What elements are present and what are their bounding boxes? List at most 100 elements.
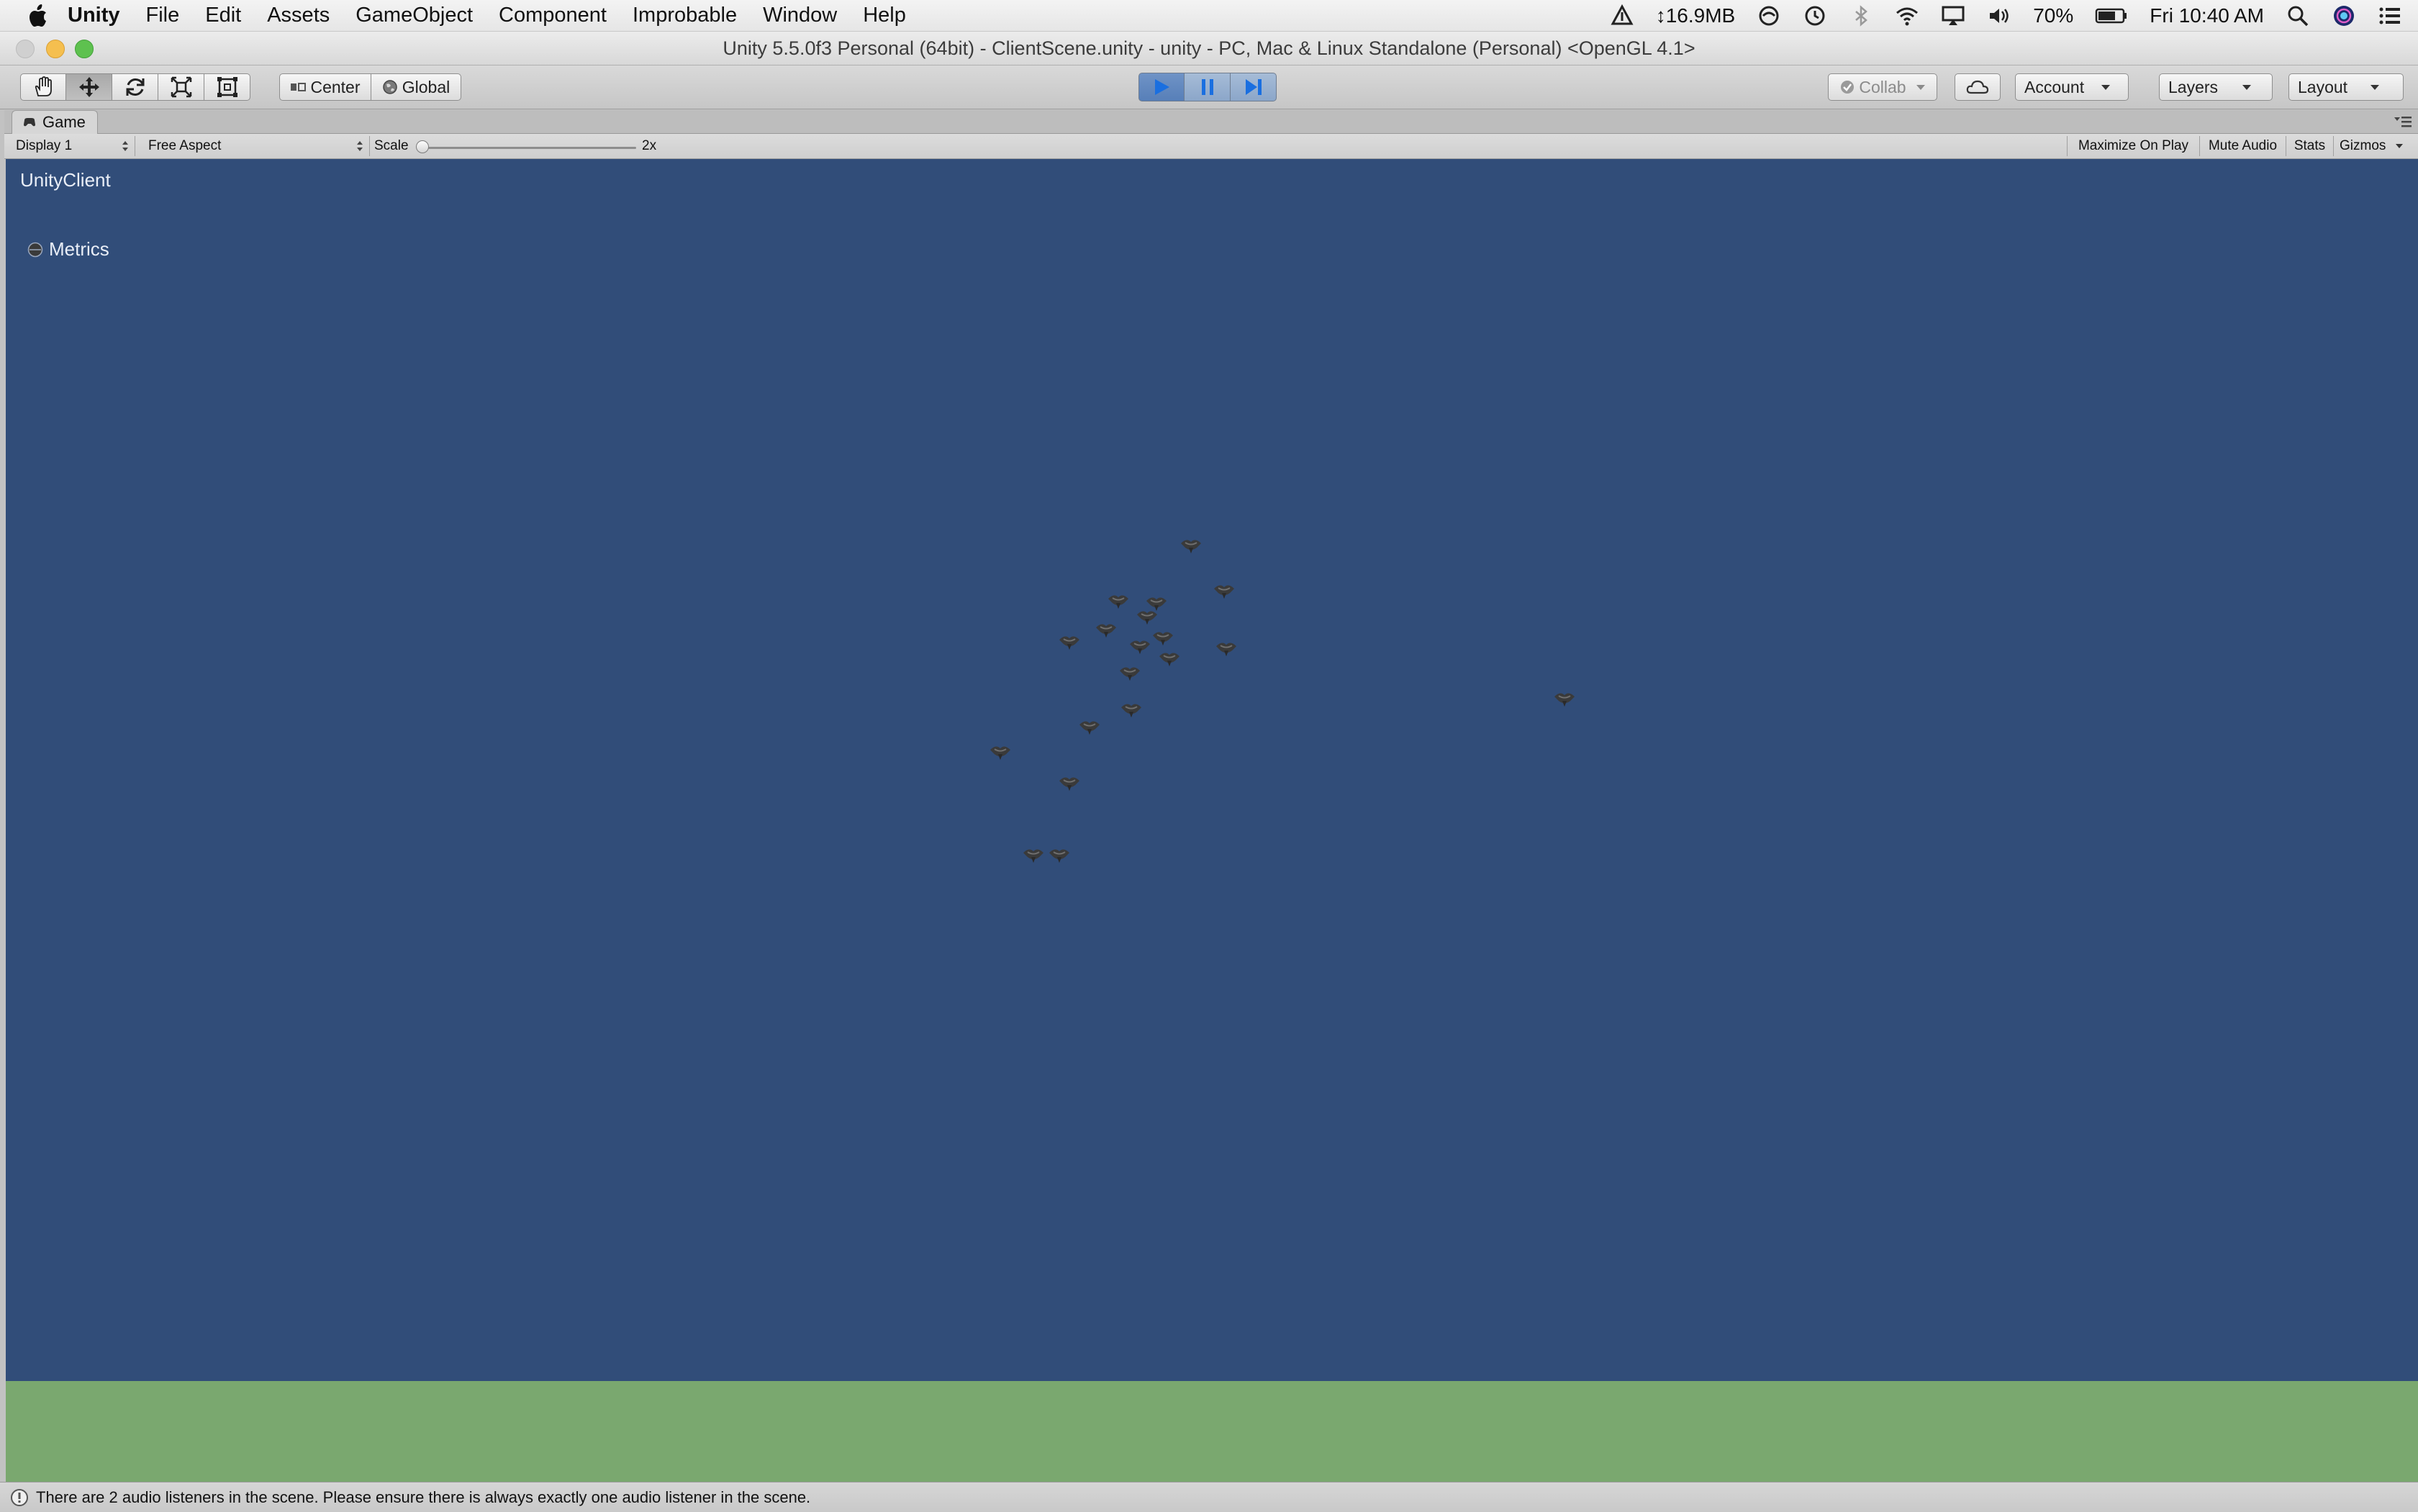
bird-entity: [1554, 692, 1575, 707]
bird-entity: [1059, 777, 1080, 792]
unity-toolbar: Center Global Collab Account Layers Layo…: [0, 65, 2418, 109]
hand-tool-button[interactable]: [20, 73, 66, 101]
move-tool-button[interactable]: [66, 73, 112, 101]
bird-entity: [1180, 539, 1202, 554]
gizmos-dropdown[interactable]: Gizmos: [2333, 136, 2418, 156]
scale-tool-button[interactable]: [158, 73, 204, 101]
rect-transform-icon: [217, 77, 237, 97]
play-icon: [1155, 79, 1169, 95]
pivot-mode-button[interactable]: Center: [279, 73, 371, 101]
chevron-down-icon: [2242, 84, 2252, 90]
info-icon: [11, 1488, 28, 1506]
game-entities-layer: [990, 539, 1575, 864]
layers-label: Layers: [2168, 77, 2219, 96]
bluetooth-icon[interactable]: [1849, 4, 1873, 28]
mute-audio-label: Mute Audio: [2208, 138, 2278, 153]
volume-icon[interactable]: [1987, 4, 2011, 28]
display-dropdown[interactable]: Display 1: [9, 136, 135, 156]
cloud-button[interactable]: [1955, 73, 2001, 101]
collab-label: Collab: [1859, 77, 1906, 96]
scale-icon: [171, 76, 191, 98]
chevron-down-icon: [2396, 144, 2404, 148]
bird-entity: [1136, 610, 1158, 625]
collab-check-icon: [1841, 81, 1855, 94]
collab-dropdown[interactable]: Collab: [1828, 73, 1937, 101]
mute-audio-toggle[interactable]: Mute Audio: [2199, 136, 2286, 156]
menu-help[interactable]: Help: [863, 4, 906, 27]
transform-tools: [20, 73, 250, 101]
stats-toggle[interactable]: Stats: [2286, 136, 2333, 156]
rotate-tool-button[interactable]: [112, 73, 158, 101]
scale-value: 2x: [642, 138, 657, 153]
time-machine-icon[interactable]: [1803, 4, 1827, 28]
notification-center-icon[interactable]: [2378, 4, 2402, 28]
account-label: Account: [2024, 77, 2085, 96]
battery-percent[interactable]: 70%: [2033, 4, 2073, 27]
network-speed[interactable]: ↕16.9MB: [1656, 4, 1736, 27]
aspect-label: Free Aspect: [148, 138, 222, 153]
menu-window[interactable]: Window: [763, 4, 837, 27]
tab-game[interactable]: Game: [12, 110, 98, 134]
status-tray: ↕16.9MB 70% Fri 10:40 AM: [1610, 0, 2402, 31]
sync-icon[interactable]: [1757, 4, 1781, 28]
bird-entity: [1120, 703, 1142, 718]
wifi-icon[interactable]: [1895, 4, 1919, 28]
display-label: Display 1: [16, 138, 73, 153]
menu-assets[interactable]: Assets: [267, 4, 330, 27]
window-title-bar: Unity 5.5.0f3 Personal (64bit) - ClientS…: [0, 32, 2418, 65]
pivot-mode-label: Center: [310, 77, 361, 96]
scale-label: Scale: [374, 138, 409, 153]
apple-icon[interactable]: [27, 4, 47, 27]
pivot-rotation-button[interactable]: Global: [371, 73, 461, 101]
console-status-bar[interactable]: There are 2 audio listeners in the scene…: [0, 1482, 2418, 1512]
pivot-center-icon: [291, 83, 307, 91]
siri-icon[interactable]: [2332, 4, 2356, 28]
bird-entity: [1079, 720, 1100, 735]
scale-slider-thumb[interactable]: [416, 140, 429, 153]
menu-unity[interactable]: Unity: [68, 4, 120, 27]
spotlight-search-icon[interactable]: [2286, 4, 2310, 28]
aspect-dropdown[interactable]: Free Aspect: [141, 136, 370, 156]
chevron-down-icon: [2101, 84, 2111, 90]
menu-gameobject[interactable]: GameObject: [356, 4, 473, 27]
updown-arrows-icon: [122, 141, 128, 151]
layers-dropdown[interactable]: Layers: [2159, 73, 2273, 101]
maximize-on-play-toggle[interactable]: Maximize On Play: [2067, 136, 2199, 156]
stats-label: Stats: [2294, 138, 2326, 153]
bird-entity: [1119, 666, 1141, 682]
clock[interactable]: Fri 10:40 AM: [2150, 4, 2264, 27]
menu-file[interactable]: File: [146, 4, 180, 27]
move-arrows-icon: [78, 77, 99, 97]
panel-menu-icon[interactable]: [2394, 114, 2412, 129]
layout-label: Layout: [2298, 77, 2348, 96]
game-viewport[interactable]: UnityClient Metrics: [6, 159, 2418, 1482]
game-view-toolbar: Display 1 Free Aspect Scale 2x Maximize …: [4, 134, 2418, 159]
menu-edit[interactable]: Edit: [205, 4, 241, 27]
scale-slider-track[interactable]: [423, 147, 636, 149]
layout-dropdown[interactable]: Layout: [2288, 73, 2404, 101]
bird-entity: [1146, 597, 1167, 612]
bird-entity: [1049, 848, 1070, 864]
menu-improbable[interactable]: Improbable: [633, 4, 737, 27]
game-view-tab-bar: Game: [4, 110, 2418, 134]
status-message: There are 2 audio listeners in the scene…: [36, 1488, 811, 1506]
window-title: Unity 5.5.0f3 Personal (64bit) - ClientS…: [723, 37, 1695, 59]
step-button[interactable]: [1231, 73, 1277, 101]
maximize-on-play-label: Maximize On Play: [2078, 138, 2189, 153]
unity-cloud-icon[interactable]: [1610, 4, 1634, 28]
rect-tool-button[interactable]: [204, 73, 250, 101]
bird-entity: [1129, 640, 1151, 655]
pause-icon: [1201, 79, 1213, 95]
menu-component[interactable]: Component: [499, 4, 607, 27]
play-button[interactable]: [1138, 73, 1185, 101]
bird-entity: [1023, 848, 1044, 864]
rotate-icon: [126, 78, 144, 96]
airplay-icon[interactable]: [1941, 4, 1965, 28]
pause-button[interactable]: [1185, 73, 1231, 101]
updown-arrows-icon: [357, 141, 363, 151]
bird-entity: [1095, 623, 1117, 638]
game-controller-icon: [24, 118, 35, 127]
battery-icon[interactable]: [2095, 4, 2128, 28]
account-dropdown[interactable]: Account: [2015, 73, 2129, 101]
step-icon: [1245, 79, 1262, 95]
